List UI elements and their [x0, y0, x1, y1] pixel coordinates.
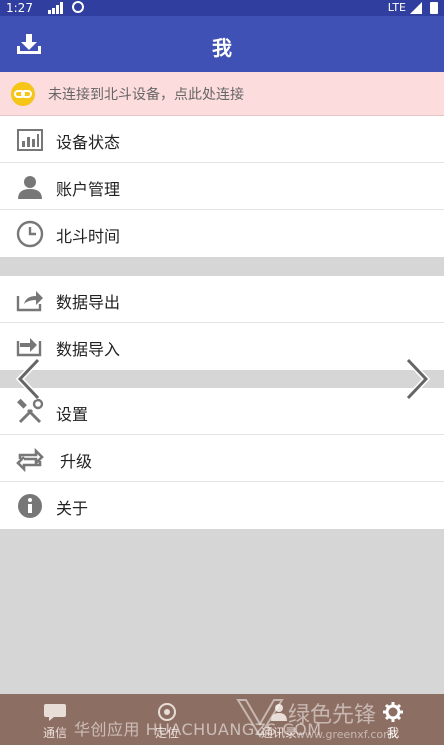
watermark-brand: 绿色先锋: [288, 703, 376, 728]
watermark-url: www.greenxf.com: [296, 728, 394, 741]
menu-label: 设置: [56, 405, 89, 424]
info-icon: [18, 494, 42, 518]
menu-label: 北斗时间: [56, 227, 121, 246]
menu-label: 数据导出: [56, 293, 121, 312]
chat-icon: [44, 704, 66, 721]
menu-group-device: 设备状态 账户管理 北斗时间: [0, 116, 444, 257]
connect-banner[interactable]: 未连接到北斗设备，点此处连接: [0, 72, 444, 116]
network-type: LTE: [387, 1, 406, 14]
page-title: 我: [212, 36, 232, 60]
battery-icon: [430, 2, 438, 14]
sync-icon: [72, 1, 84, 13]
menu-item-export[interactable]: 数据导出: [0, 276, 444, 323]
menu-label: 账户管理: [56, 180, 121, 199]
chevron-left-icon[interactable]: [14, 358, 44, 400]
menu-label: 关于: [56, 499, 89, 518]
export-icon: [16, 291, 43, 312]
app-bar: 我: [0, 16, 444, 72]
menu-item-upgrade[interactable]: 升级: [0, 435, 444, 482]
menu-item-about[interactable]: 关于: [0, 482, 444, 529]
status-bar: 1:27 LTE: [0, 0, 444, 16]
menu-label: 升级: [60, 452, 93, 471]
watermark-logo: 绿色先锋 www.greenxf.com: [236, 699, 394, 741]
menu-label: 设备状态: [56, 133, 121, 152]
tools-icon: [17, 398, 44, 424]
cell-signal-icon: [410, 2, 422, 14]
clock-icon: [16, 220, 44, 248]
menu-item-import[interactable]: 数据导入: [0, 323, 444, 370]
chart-icon: [17, 129, 43, 151]
menu-label: 数据导入: [56, 340, 121, 359]
link-icon: [11, 82, 35, 106]
menu-group-data: 数据导出 数据导入: [0, 276, 444, 370]
signal-icon: [48, 2, 63, 14]
chevron-right-icon[interactable]: [402, 358, 432, 400]
menu-item-settings[interactable]: 设置: [0, 388, 444, 435]
import-icon: [16, 338, 42, 357]
menu-item-account[interactable]: 账户管理: [0, 163, 444, 210]
person-icon: [18, 176, 42, 199]
menu-group-app: 设置 升级 关于: [0, 388, 444, 529]
refresh-icon: [16, 447, 44, 473]
menu-item-device-status[interactable]: 设备状态: [0, 116, 444, 163]
banner-text: 未连接到北斗设备，点此处连接: [48, 87, 244, 103]
menu-item-beidou-time[interactable]: 北斗时间: [0, 210, 444, 257]
status-time: 1:27: [6, 1, 33, 15]
